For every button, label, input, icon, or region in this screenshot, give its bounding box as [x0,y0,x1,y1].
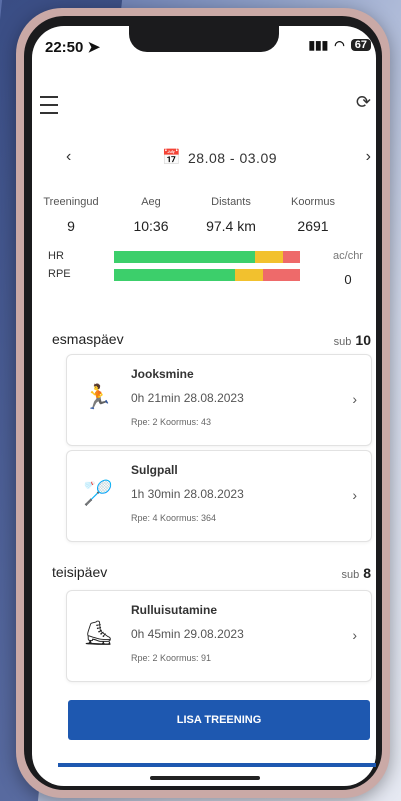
stat-value: 9 [67,218,75,234]
next-week-button[interactable]: › [366,148,371,166]
chevron-right-icon: › [352,487,357,503]
acwr-label: ac/chr [333,250,363,262]
sync-icon[interactable]: ⟳ [356,92,371,113]
stat-label: Aeg [141,196,161,208]
stat-load: Koormus 2691 [278,196,348,234]
hr-row: HR [48,250,308,264]
stat-time: Aeg 10:36 [116,196,186,234]
workout-meta: Rpe: 4 Koormus: 364 [131,513,217,523]
signal-icon: ▮▮▮ [308,38,329,52]
status-bar: 22:50 ➤ ▮▮▮ ◠ 67 [45,38,371,58]
hr-red-segment [283,251,300,263]
rpe-yellow-segment [234,269,263,281]
workout-card-badminton[interactable]: 🏸 Sulgpall 1h 30min 28.08.2023 Rpe: 4 Ko… [66,450,372,542]
rpe-red-segment [262,269,300,281]
chevron-right-icon: › [352,627,357,643]
workout-info: 0h 21min 28.08.2023 [131,391,244,405]
day-header-monday: esmaspäev sub 10 [52,331,371,351]
stat-value: 97.4 km [206,218,256,234]
day-header-tuesday: teisipäev sub 8 [52,564,371,584]
week-range[interactable]: 28.08 - 03.09 [188,150,277,166]
workout-title: Rulluisutamine [131,603,218,617]
wifi-icon: ◠ [334,38,345,52]
running-icon: 🏃 [83,384,113,411]
day-sub: sub 10 [333,332,371,348]
workout-card-rollerskating[interactable]: ⛸ Rulluisutamine 0h 45min 29.08.2023 Rpe… [66,590,372,682]
stat-label: Distants [211,196,251,208]
rpe-label: RPE [48,268,71,280]
top-bar: ⟳ [40,92,371,118]
hr-label: HR [48,250,64,262]
workout-info: 1h 30min 28.08.2023 [131,487,244,501]
workout-title: Sulgpall [131,463,178,477]
workout-card-running[interactable]: 🏃 Jooksmine 0h 21min 28.08.2023 Rpe: 2 K… [66,354,372,446]
calendar-icon[interactable]: 📅 [162,148,181,166]
prev-week-button[interactable]: ‹ [66,148,71,166]
status-icons: ▮▮▮ ◠ 67 [308,38,371,52]
home-indicator[interactable] [150,776,260,780]
menu-icon[interactable] [40,96,58,114]
day-sub: sub 8 [341,565,371,581]
acwr-box: ac/chr 0 [318,250,378,287]
status-time: 22:50 ➤ [45,39,101,56]
battery-icon: 67 [350,39,371,51]
workout-title: Jooksmine [131,367,194,381]
hr-yellow-segment [255,251,284,263]
day-name: esmaspäev [52,331,124,347]
badminton-icon: 🏸 [83,480,113,507]
rpe-row: RPE [48,268,308,282]
bottom-accent-line [58,763,376,767]
stat-value: 2691 [297,218,329,234]
stat-label: Treeningud [43,196,99,208]
hr-green-segment [114,251,256,263]
acwr-value: 0 [344,272,352,287]
rpe-green-segment [114,269,235,281]
workout-meta: Rpe: 2 Koormus: 43 [131,417,212,427]
workout-meta: Rpe: 2 Koormus: 91 [131,653,212,663]
hr-bar [114,251,300,263]
add-training-button[interactable]: LISA TREENING [68,700,370,740]
stat-distance: Distants 97.4 km [196,196,266,234]
stat-value: 10:36 [133,218,169,234]
rpe-bar [114,269,300,281]
stat-trainings: Treeningud 9 [36,196,106,234]
workout-info: 0h 45min 29.08.2023 [131,627,244,641]
week-selector: ‹ 📅 28.08 - 03.09 › [40,148,371,170]
stat-label: Koormus [290,196,336,208]
chevron-right-icon: › [352,391,357,407]
day-name: teisipäev [52,564,108,580]
rollerskate-icon: ⛸ [83,620,114,647]
location-arrow-icon: ➤ [87,39,101,56]
